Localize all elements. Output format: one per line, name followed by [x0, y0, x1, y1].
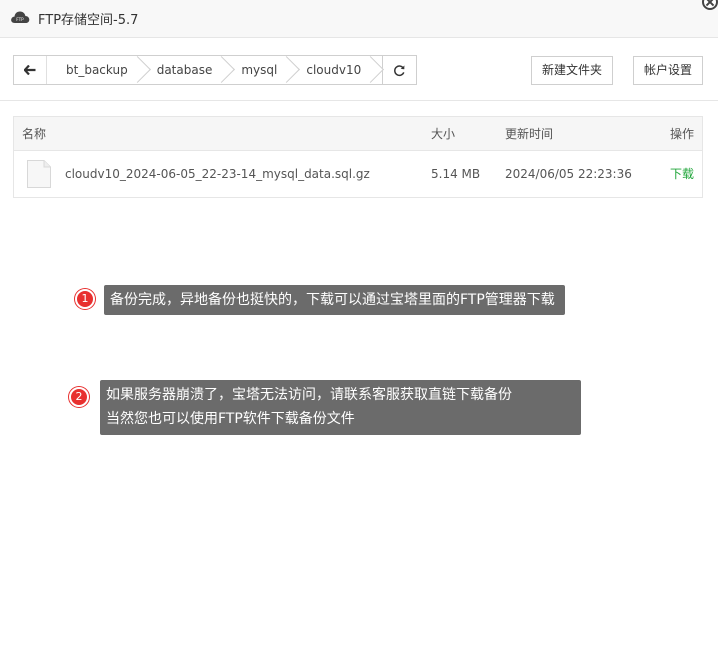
- annotation-text: 如果服务器崩溃了，宝塔无法访问，请联系客服获取直链下载备份: [106, 387, 512, 403]
- header-actions: 操作: [670, 127, 695, 141]
- app-icon-label: FTP: [16, 17, 24, 22]
- breadcrumb: bt_backup database mysql cloudv10: [13, 55, 417, 85]
- breadcrumb-item[interactable]: cloudv10: [287, 56, 371, 84]
- breadcrumb-item-label: database: [156, 63, 213, 77]
- table-row[interactable]: cloudv10_2024-06-05_22-23-14_mysql_data.…: [14, 151, 702, 197]
- header-name: 名称: [22, 127, 47, 141]
- window-title: FTP存储空间-5.7: [38, 13, 139, 28]
- table-header: 名称 大小 更新时间 操作: [14, 117, 702, 151]
- breadcrumb-item-label: bt_backup: [66, 63, 128, 77]
- breadcrumb-item-label: mysql: [241, 63, 278, 77]
- file-icon: [27, 160, 51, 188]
- window-titlebar: FTP FTP存储空间-5.7: [0, 0, 718, 38]
- annotation-callout: 如果服务器崩溃了，宝塔无法访问，请联系客服获取直链下载备份 当然您也可以使用FT…: [100, 380, 581, 435]
- header-size: 大小: [431, 127, 456, 141]
- back-button[interactable]: [14, 56, 47, 84]
- annotation-callout: 备份完成，异地备份也挺快的，下载可以通过宝塔里面的FTP管理器下载: [104, 285, 565, 315]
- refresh-button[interactable]: [382, 56, 416, 84]
- file-modified: 2024/06/05 22:23:36: [505, 167, 632, 181]
- annotation-text: 备份完成，异地备份也挺快的，下载可以通过宝塔里面的FTP管理器下载: [110, 292, 555, 308]
- new-folder-button[interactable]: 新建文件夹: [531, 56, 613, 85]
- arrow-left-icon: [24, 65, 36, 75]
- header-modified: 更新时间: [505, 127, 554, 141]
- file-name[interactable]: cloudv10_2024-06-05_22-23-14_mysql_data.…: [65, 151, 370, 197]
- annotation-text: 当然您也可以使用FTP软件下载备份文件: [106, 411, 355, 427]
- cloud-ftp-icon: FTP: [11, 11, 30, 23]
- account-settings-button[interactable]: 帐户设置: [633, 56, 703, 85]
- annotation-number-badge: 2: [69, 387, 89, 407]
- breadcrumb-item-label: cloudv10: [306, 63, 362, 77]
- breadcrumb-item[interactable]: bt_backup: [47, 56, 138, 84]
- file-size: 5.14 MB: [431, 167, 481, 181]
- annotation-number-badge: 1: [75, 289, 95, 309]
- file-table: 名称 大小 更新时间 操作 cloudv10_2024-06-05_22-23-…: [13, 116, 703, 198]
- toolbar-divider: [0, 100, 718, 101]
- download-link[interactable]: 下载: [670, 151, 694, 197]
- refresh-icon: [394, 64, 405, 76]
